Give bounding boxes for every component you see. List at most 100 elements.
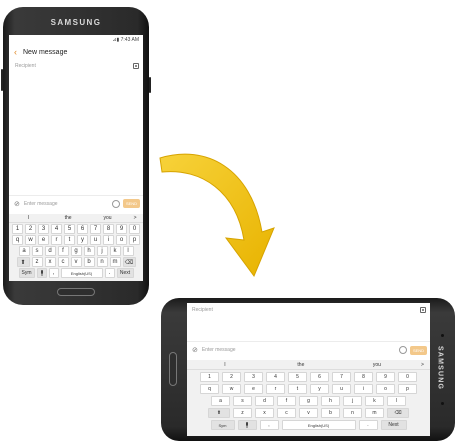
paperclip-icon[interactable]: ⊘ bbox=[14, 200, 20, 208]
key-v[interactable]: v bbox=[70, 257, 82, 267]
key-8[interactable]: 8 bbox=[103, 224, 114, 234]
key-n[interactable]: n bbox=[343, 408, 362, 418]
suggestion-item[interactable]: the bbox=[48, 215, 87, 221]
key-i[interactable]: i bbox=[103, 235, 114, 245]
key-r[interactable]: r bbox=[51, 235, 62, 245]
comma-key[interactable]: , bbox=[259, 420, 279, 430]
key-e[interactable]: e bbox=[38, 235, 49, 245]
key-m[interactable]: m bbox=[365, 408, 384, 418]
key-p[interactable]: p bbox=[398, 384, 417, 394]
shift-icon[interactable]: ⬆ bbox=[16, 257, 30, 267]
key-x[interactable]: x bbox=[44, 257, 56, 267]
key-c[interactable]: c bbox=[57, 257, 69, 267]
key-4[interactable]: 4 bbox=[266, 372, 285, 382]
key-w[interactable]: w bbox=[222, 384, 241, 394]
suggestion-item[interactable]: the bbox=[263, 362, 339, 368]
shift-icon[interactable]: ⬆ bbox=[208, 408, 230, 418]
key-y[interactable]: y bbox=[310, 384, 329, 394]
key-3[interactable]: 3 bbox=[38, 224, 49, 234]
key-1[interactable]: 1 bbox=[12, 224, 23, 234]
key-9[interactable]: 9 bbox=[376, 372, 395, 382]
space-key[interactable]: English(US) bbox=[281, 420, 356, 430]
key-l[interactable]: l bbox=[387, 396, 406, 406]
key-f[interactable]: f bbox=[277, 396, 296, 406]
key-q[interactable]: q bbox=[12, 235, 23, 245]
key-0[interactable]: 0 bbox=[398, 372, 417, 382]
key-5[interactable]: 5 bbox=[288, 372, 307, 382]
key-8[interactable]: 8 bbox=[354, 372, 373, 382]
key-n[interactable]: n bbox=[96, 257, 108, 267]
key-6[interactable]: 6 bbox=[77, 224, 88, 234]
key-a[interactable]: a bbox=[18, 246, 30, 256]
delete-icon[interactable]: ⌫ bbox=[122, 257, 136, 267]
home-button[interactable] bbox=[57, 288, 95, 296]
key-c[interactable]: c bbox=[277, 408, 296, 418]
contact-icon[interactable] bbox=[133, 62, 139, 69]
period-key[interactable]: . bbox=[358, 420, 378, 430]
key-4[interactable]: 4 bbox=[51, 224, 62, 234]
key-l[interactable]: l bbox=[122, 246, 134, 256]
key-9[interactable]: 9 bbox=[116, 224, 127, 234]
key-o[interactable]: o bbox=[116, 235, 127, 245]
recipient-field[interactable]: Recipient bbox=[9, 60, 143, 71]
key-p[interactable]: p bbox=[129, 235, 140, 245]
key-3[interactable]: 3 bbox=[244, 372, 263, 382]
key-u[interactable]: u bbox=[332, 384, 351, 394]
suggestion-expand[interactable]: > bbox=[415, 362, 430, 368]
key-f[interactable]: f bbox=[57, 246, 69, 256]
key-0[interactable]: 0 bbox=[129, 224, 140, 234]
key-a[interactable]: a bbox=[211, 396, 230, 406]
key-d[interactable]: d bbox=[44, 246, 56, 256]
send-button[interactable]: SEND bbox=[123, 199, 140, 208]
back-arrow-icon[interactable]: ‹ bbox=[14, 47, 17, 57]
suggestion-item[interactable]: you bbox=[88, 215, 127, 221]
key-u[interactable]: u bbox=[90, 235, 101, 245]
home-button[interactable] bbox=[169, 352, 177, 386]
emoji-icon[interactable] bbox=[399, 346, 407, 354]
microphone-icon[interactable] bbox=[237, 420, 257, 430]
comma-key[interactable]: , bbox=[48, 268, 59, 278]
send-button[interactable]: SEND bbox=[410, 345, 427, 355]
key-d[interactable]: d bbox=[255, 396, 274, 406]
contact-icon[interactable] bbox=[420, 306, 426, 313]
suggestion-item[interactable]: I bbox=[187, 362, 263, 368]
key-r[interactable]: r bbox=[266, 384, 285, 394]
delete-icon[interactable]: ⌫ bbox=[387, 408, 409, 418]
key-6[interactable]: 6 bbox=[310, 372, 329, 382]
period-key[interactable]: . bbox=[104, 268, 115, 278]
key-h[interactable]: h bbox=[321, 396, 340, 406]
recipient-field[interactable]: Recipient bbox=[187, 303, 430, 316]
key-t[interactable]: t bbox=[64, 235, 75, 245]
suggestion-item[interactable]: I bbox=[9, 215, 48, 221]
key-x[interactable]: x bbox=[255, 408, 274, 418]
key-j[interactable]: j bbox=[96, 246, 108, 256]
key-o[interactable]: o bbox=[376, 384, 395, 394]
key-s[interactable]: s bbox=[31, 246, 43, 256]
microphone-icon[interactable] bbox=[36, 268, 47, 278]
key-t[interactable]: t bbox=[288, 384, 307, 394]
key-g[interactable]: g bbox=[299, 396, 318, 406]
key-7[interactable]: 7 bbox=[332, 372, 351, 382]
key-1[interactable]: 1 bbox=[200, 372, 219, 382]
suggestion-item[interactable]: you bbox=[339, 362, 415, 368]
key-q[interactable]: q bbox=[200, 384, 219, 394]
key-5[interactable]: 5 bbox=[64, 224, 75, 234]
key-7[interactable]: 7 bbox=[90, 224, 101, 234]
key-k[interactable]: k bbox=[109, 246, 121, 256]
sym-key[interactable]: Sym bbox=[18, 268, 35, 278]
key-k[interactable]: k bbox=[365, 396, 384, 406]
key-2[interactable]: 2 bbox=[222, 372, 241, 382]
key-m[interactable]: m bbox=[109, 257, 121, 267]
sym-key[interactable]: Sym bbox=[210, 420, 235, 430]
key-i[interactable]: i bbox=[354, 384, 373, 394]
key-b[interactable]: b bbox=[321, 408, 340, 418]
key-s[interactable]: s bbox=[233, 396, 252, 406]
next-key[interactable]: Next bbox=[116, 268, 134, 278]
key-z[interactable]: z bbox=[233, 408, 252, 418]
key-b[interactable]: b bbox=[83, 257, 95, 267]
paperclip-icon[interactable]: ⊘ bbox=[192, 346, 198, 354]
key-h[interactable]: h bbox=[83, 246, 95, 256]
message-input[interactable]: Enter message bbox=[202, 347, 399, 353]
key-g[interactable]: g bbox=[70, 246, 82, 256]
key-z[interactable]: z bbox=[31, 257, 43, 267]
